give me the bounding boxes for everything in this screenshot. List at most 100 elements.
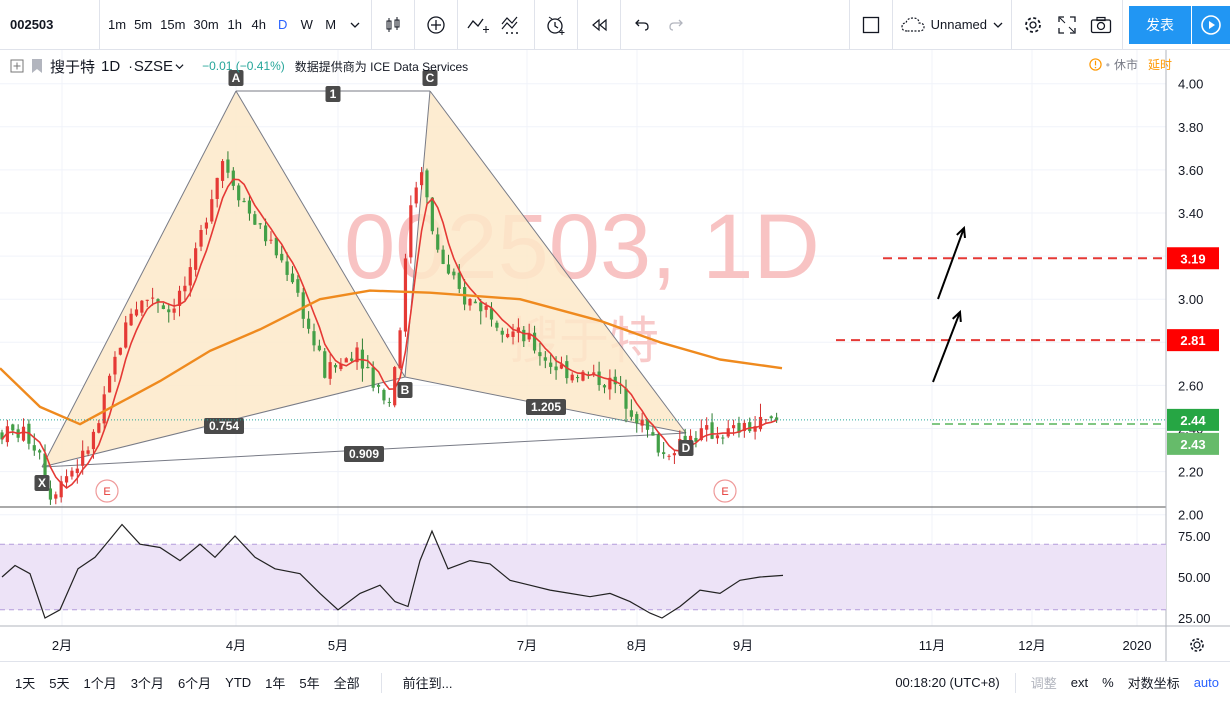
ext-toggle[interactable]: ext (1064, 668, 1095, 698)
rsi-axis[interactable]: 75.00 50.00 25.00 (1178, 529, 1211, 626)
candle-body (210, 199, 214, 222)
flag-icon[interactable] (32, 59, 42, 73)
symbol-search[interactable]: 002503 (0, 0, 100, 50)
interval-30m[interactable]: 30m (189, 10, 222, 40)
candle-body (500, 330, 504, 335)
redo-icon[interactable] (659, 10, 693, 40)
candle-body (199, 229, 203, 247)
range-6m[interactable]: 6个月 (171, 668, 218, 698)
candle-body (253, 214, 257, 225)
candle-body (237, 185, 241, 201)
range-3m[interactable]: 3个月 (124, 668, 171, 698)
dot-icon: • (1105, 57, 1110, 72)
time-tick-label: 4月 (226, 638, 246, 653)
chevron-down-icon (993, 22, 1003, 28)
axis-settings-icon[interactable] (1190, 638, 1204, 652)
point-label-x: X (38, 476, 46, 490)
candle-body (565, 361, 569, 379)
range-1m[interactable]: 1个月 (76, 668, 123, 698)
series-legend: 搜于特 1D · SZSE −0.01 (−0.41%) 数据提供商为 ICE … (10, 55, 468, 77)
candle-body (715, 435, 720, 439)
undo-icon[interactable] (625, 10, 659, 40)
divider (1014, 672, 1016, 693)
chevron-down-icon[interactable] (343, 10, 367, 40)
log-scale-toggle[interactable]: 对数坐标 (1121, 668, 1187, 698)
candle-body (543, 357, 547, 361)
interval-1h[interactable]: 1h (223, 10, 247, 40)
templates-icon[interactable] (496, 10, 530, 40)
interval-4h[interactable]: 4h (247, 10, 271, 40)
indicator-icon[interactable] (462, 10, 496, 40)
price-tick-label: 3.60 (1178, 163, 1203, 178)
candle-body (414, 187, 418, 204)
candle-body (75, 468, 79, 474)
legend-interval[interactable]: 1D (101, 58, 120, 75)
interval-m[interactable]: M (319, 10, 343, 40)
interval-1m[interactable]: 1m (104, 10, 130, 40)
camera-icon[interactable] (1084, 10, 1118, 40)
candle-body (473, 301, 477, 304)
delay-badge: 延时 (1147, 58, 1172, 72)
candle-body (629, 410, 633, 417)
legend-vendor: 数据提供商为 ICE Data Services (294, 59, 469, 74)
rsi-tick-label: 25.00 (1178, 611, 1211, 626)
settings-group (1012, 0, 1123, 50)
point-label-b: B (401, 383, 410, 397)
candle-body (140, 300, 144, 313)
interval-w[interactable]: W (295, 10, 319, 40)
candles-icon[interactable] (376, 10, 410, 40)
candle-body (124, 322, 128, 348)
legend-exchange[interactable]: SZSE (134, 58, 173, 75)
time-axis[interactable]: 2月 4月 5月 7月 8月 9月 11月 12月 2020 (52, 638, 1152, 653)
add-compare-icon[interactable] (419, 10, 453, 40)
range-ytd[interactable]: YTD (218, 668, 258, 698)
adjust-toggle[interactable]: 调整 (1024, 668, 1064, 698)
percent-toggle[interactable]: % (1095, 668, 1121, 698)
candle-body (452, 271, 456, 276)
candle-body (479, 302, 483, 312)
range-1y[interactable]: 1年 (258, 668, 292, 698)
price-label-text: 2.43 (1180, 437, 1205, 452)
expand-icon[interactable] (10, 59, 24, 73)
candle-body (269, 239, 273, 241)
candle-body (436, 234, 440, 250)
fullscreen-icon[interactable] (1050, 10, 1084, 40)
play-icon[interactable] (1192, 5, 1230, 44)
rsi-band (0, 544, 1166, 610)
chart-canvas[interactable]: 002503, 1D 搜于特 XABCD10.7541.2050.909 EE … (0, 50, 1230, 661)
candle-body (107, 375, 112, 393)
alert-icon[interactable] (539, 10, 573, 40)
event-markers[interactable]: EE (95, 479, 737, 503)
interval-15m[interactable]: 15m (156, 10, 189, 40)
candle-body (81, 450, 85, 466)
chevron-down-icon[interactable] (175, 62, 184, 71)
market-status[interactable]: • 休市 延时 (1089, 56, 1172, 73)
candle-body (280, 253, 284, 261)
layout-icon[interactable] (854, 10, 888, 40)
goto-date-button[interactable]: 前往到... (396, 668, 460, 698)
layout-name-button[interactable]: Unnamed (897, 10, 1007, 40)
candle-body (624, 388, 628, 409)
interval-d[interactable]: D (271, 10, 295, 40)
candle-body (194, 248, 198, 270)
replay-icon[interactable] (582, 10, 616, 40)
range-1d[interactable]: 1天 (8, 668, 42, 698)
price-label-text: 2.44 (1180, 413, 1206, 428)
interval-5m[interactable]: 5m (130, 10, 156, 40)
auto-scale-toggle[interactable]: auto (1187, 668, 1226, 698)
price-axis[interactable]: 4.003.803.603.403.203.002.802.602.402.20… (1178, 77, 1203, 523)
candle-body (376, 384, 381, 387)
range-5d[interactable]: 5天 (42, 668, 76, 698)
range-all[interactable]: 全部 (327, 668, 367, 698)
candle-body (145, 299, 149, 301)
range-5y[interactable]: 5年 (292, 668, 326, 698)
candle-body (161, 305, 165, 310)
legend-symbol-name[interactable]: 搜于特 (50, 56, 95, 77)
arrow-up-1 (932, 311, 961, 383)
publish-button[interactable]: 发表 (1129, 5, 1191, 44)
timezone-button[interactable]: 00:18:20 (UTC+8) (888, 668, 1006, 698)
undo-group (621, 0, 697, 50)
candle-body (188, 267, 192, 286)
candle-body (651, 432, 655, 436)
settings-icon[interactable] (1016, 10, 1050, 40)
